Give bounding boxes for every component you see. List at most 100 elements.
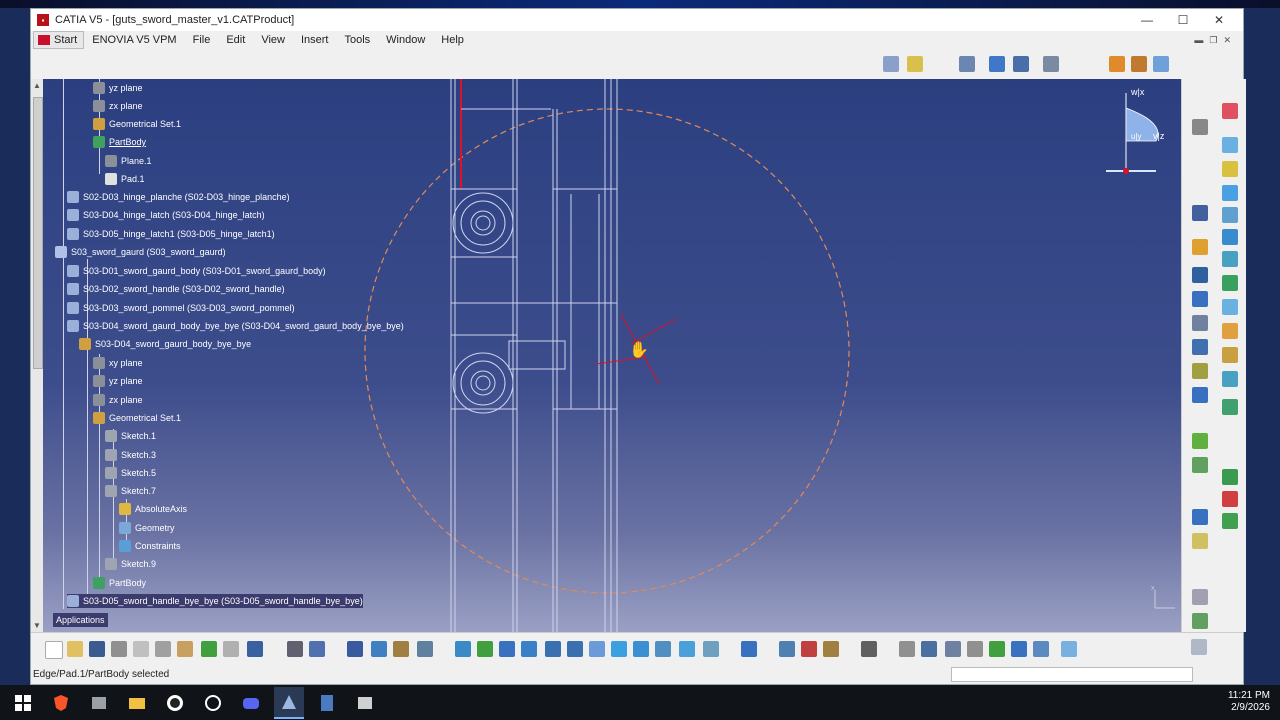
- tree-item-pad1[interactable]: Pad.1: [105, 172, 145, 186]
- tree-item-sketch7[interactable]: Sketch.7: [105, 484, 156, 498]
- scroll-up-icon[interactable]: ▲: [33, 81, 41, 90]
- menu-view[interactable]: View: [253, 34, 293, 46]
- capture-icon[interactable]: [861, 641, 877, 657]
- tree-item-zx-plane[interactable]: zx plane: [93, 99, 143, 113]
- menu-insert[interactable]: Insert: [293, 34, 337, 46]
- open-icon[interactable]: [67, 641, 83, 657]
- axis-system-icon[interactable]: [945, 641, 961, 657]
- menu-tools[interactable]: Tools: [336, 34, 378, 46]
- tree-item-hinge-latch1[interactable]: S03-D05_hinge_latch1 (S03-D05_hinge_latc…: [67, 227, 275, 241]
- comment-icon[interactable]: [309, 641, 325, 657]
- zoom-in-icon[interactable]: [545, 641, 561, 657]
- start-menu-button[interactable]: Start: [33, 31, 85, 49]
- sketch-tool-icon[interactable]: [1192, 205, 1208, 221]
- analysis-tool-icon[interactable]: [1192, 613, 1208, 629]
- table-icon[interactable]: [347, 641, 363, 657]
- chatgpt-icon[interactable]: [198, 688, 228, 718]
- gear-icon[interactable]: [1192, 119, 1208, 135]
- menu-file[interactable]: File: [185, 34, 219, 46]
- draft-tool-icon[interactable]: [1222, 371, 1238, 387]
- undo-icon[interactable]: [201, 641, 217, 657]
- compass-reset-icon[interactable]: [921, 641, 937, 657]
- render-icon[interactable]: [1131, 56, 1147, 72]
- paste-icon[interactable]: [177, 641, 193, 657]
- tree-item-hinge-planche[interactable]: S02-D03_hinge_planche (S02-D03_hinge_pla…: [67, 190, 290, 204]
- constraint-tool-icon[interactable]: [1192, 387, 1208, 403]
- minimize-button[interactable]: —: [1129, 9, 1165, 31]
- line-tool-icon[interactable]: [1192, 239, 1208, 255]
- tree-item-sword-gaurd-body[interactable]: S03-D01_sword_gaurd_body (S03-D01_sword_…: [67, 264, 326, 278]
- title-bar[interactable]: ▪ CATIA V5 - [guts_sword_master_v1.CATPr…: [31, 9, 1243, 31]
- close-button[interactable]: ✕: [1201, 9, 1237, 31]
- tree-item-absoluteaxis[interactable]: AbsoluteAxis: [119, 502, 187, 516]
- menu-help[interactable]: Help: [433, 34, 472, 46]
- simulation-icon[interactable]: [899, 641, 915, 657]
- calculator-icon[interactable]: [312, 688, 342, 718]
- menu-edit[interactable]: Edit: [218, 34, 253, 46]
- command-input[interactable]: [951, 667, 1193, 682]
- measure-icon[interactable]: [989, 56, 1005, 72]
- menu-enovia[interactable]: ENOVIA V5 VPM: [84, 34, 184, 46]
- tree-item-sword-handle[interactable]: S03-D02_sword_handle (S03-D02_sword_hand…: [67, 282, 285, 296]
- tree-item-plane1[interactable]: Plane.1: [105, 154, 152, 168]
- document-window-controls[interactable]: ▬❐✕: [1194, 35, 1237, 46]
- obs-icon[interactable]: [160, 688, 190, 718]
- tree-item-xy-plane[interactable]: xy plane: [93, 356, 143, 370]
- chamfer-tool-icon[interactable]: [1222, 347, 1238, 363]
- system-clock[interactable]: 11:21 PM 2/9/2026: [1228, 690, 1270, 714]
- new-icon[interactable]: [45, 641, 63, 659]
- groove-tool-icon[interactable]: [1222, 207, 1238, 223]
- help-icon[interactable]: [247, 641, 263, 657]
- snipping-tool-icon[interactable]: [350, 688, 380, 718]
- tree-item-part-gaurd-body-bye-bye[interactable]: S03-D04_sword_gaurd_body_bye_bye: [79, 337, 251, 351]
- maximize-button[interactable]: ☐: [1165, 9, 1201, 31]
- scroll-thumb[interactable]: [33, 97, 43, 369]
- knowledge-icon[interactable]: [371, 641, 387, 657]
- loft-tool-icon[interactable]: [1222, 299, 1238, 315]
- windows-start-icon[interactable]: [8, 688, 38, 718]
- rotate-icon[interactable]: [521, 641, 537, 657]
- menu-window[interactable]: Window: [378, 34, 433, 46]
- scroll-down-icon[interactable]: ▼: [33, 621, 41, 630]
- apply-material-icon[interactable]: [1109, 56, 1125, 72]
- coordinates-icon[interactable]: [967, 641, 983, 657]
- shell-tool-icon[interactable]: [1222, 399, 1238, 415]
- trim-tool-icon[interactable]: [1192, 457, 1208, 473]
- slot-tool-icon[interactable]: [1222, 275, 1238, 291]
- tree-scrollbar[interactable]: ▲ ▼: [31, 79, 43, 632]
- tree-item-geometry[interactable]: Geometry: [119, 521, 175, 535]
- grid-icon[interactable]: [1013, 56, 1029, 72]
- tree-item-sketch3[interactable]: Sketch.3: [105, 448, 156, 462]
- clash-icon[interactable]: [1033, 641, 1049, 657]
- tree-item-geometrical-set[interactable]: Geometrical Set.1: [93, 117, 181, 131]
- pad-tool-icon[interactable]: [1222, 137, 1238, 153]
- catia-taskbar-icon[interactable]: [274, 686, 304, 719]
- tree-item-sword-pommel[interactable]: S03-D03_sword_pommel (S03-D03_sword_pomm…: [67, 301, 295, 315]
- swap-space-icon[interactable]: [679, 641, 695, 657]
- rib-tool-icon[interactable]: [1222, 251, 1238, 267]
- iso-view-icon[interactable]: [611, 641, 627, 657]
- axis-tool-icon[interactable]: [1192, 509, 1208, 525]
- measure-bottom-icon[interactable]: [703, 641, 719, 657]
- explorer-settings-icon[interactable]: [84, 688, 114, 718]
- fly-mode-icon[interactable]: [455, 641, 471, 657]
- fix-icon[interactable]: [823, 641, 839, 657]
- plane-tool-icon[interactable]: [1192, 533, 1208, 549]
- tree-item-geometrical-set-2[interactable]: Geometrical Set.1: [93, 411, 181, 425]
- tree-item-sketch5[interactable]: Sketch.5: [105, 466, 156, 480]
- tree-item-hinge-latch[interactable]: S03-D04_hinge_latch (S03-D04_hinge_latch…: [67, 208, 265, 222]
- normal-view-icon[interactable]: [589, 641, 605, 657]
- catalog-browser-icon[interactable]: [393, 641, 409, 657]
- tree-item-partbody[interactable]: PartBody: [93, 135, 146, 149]
- select-icon[interactable]: [1222, 103, 1238, 119]
- brave-browser-icon[interactable]: [46, 688, 76, 718]
- hide-show-icon[interactable]: [655, 641, 671, 657]
- mirror-tool-icon[interactable]: [1192, 433, 1208, 449]
- zoom-out-icon[interactable]: [567, 641, 583, 657]
- view-mode-icon[interactable]: [633, 641, 649, 657]
- tree-item-yz-plane-2[interactable]: yz plane: [93, 374, 143, 388]
- section-icon[interactable]: [1061, 641, 1077, 657]
- fit-all-icon[interactable]: [477, 641, 493, 657]
- formula-icon[interactable]: [287, 641, 303, 657]
- catalog-icon[interactable]: [907, 56, 923, 72]
